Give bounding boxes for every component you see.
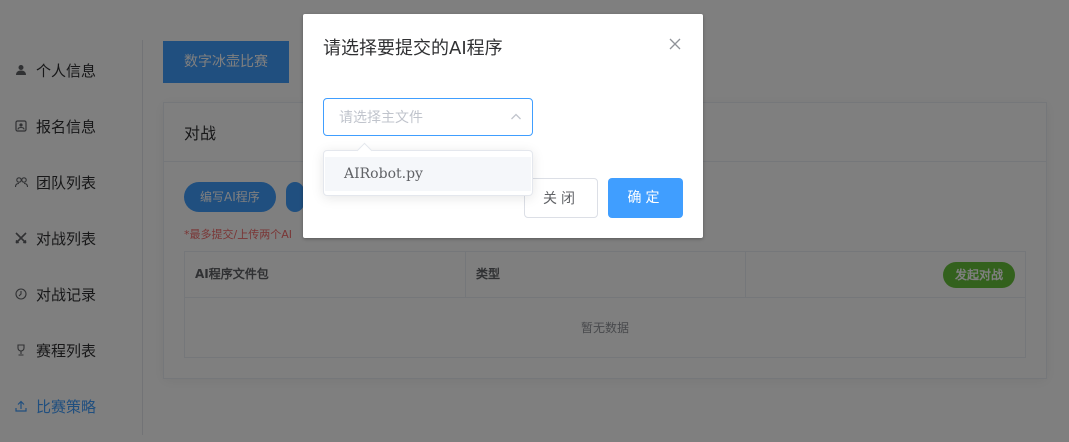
- dialog-title: 请选择要提交的AI程序: [323, 38, 503, 59]
- select-option[interactable]: AIRobot.py: [325, 157, 531, 191]
- dropdown-caret: [356, 142, 373, 159]
- main-file-select[interactable]: 请选择主文件: [323, 98, 533, 136]
- select-dropdown: AIRobot.py: [323, 142, 533, 196]
- close-icon[interactable]: [667, 36, 683, 52]
- close-button[interactable]: 关闭: [524, 178, 598, 218]
- select-placeholder: 请选择主文件: [339, 110, 423, 126]
- confirm-button[interactable]: 确定: [608, 178, 683, 218]
- chevron-up-icon: [510, 111, 522, 123]
- submit-ai-dialog: 请选择要提交的AI程序 请选择主文件 关闭 确定 AIRobot.py: [303, 14, 703, 238]
